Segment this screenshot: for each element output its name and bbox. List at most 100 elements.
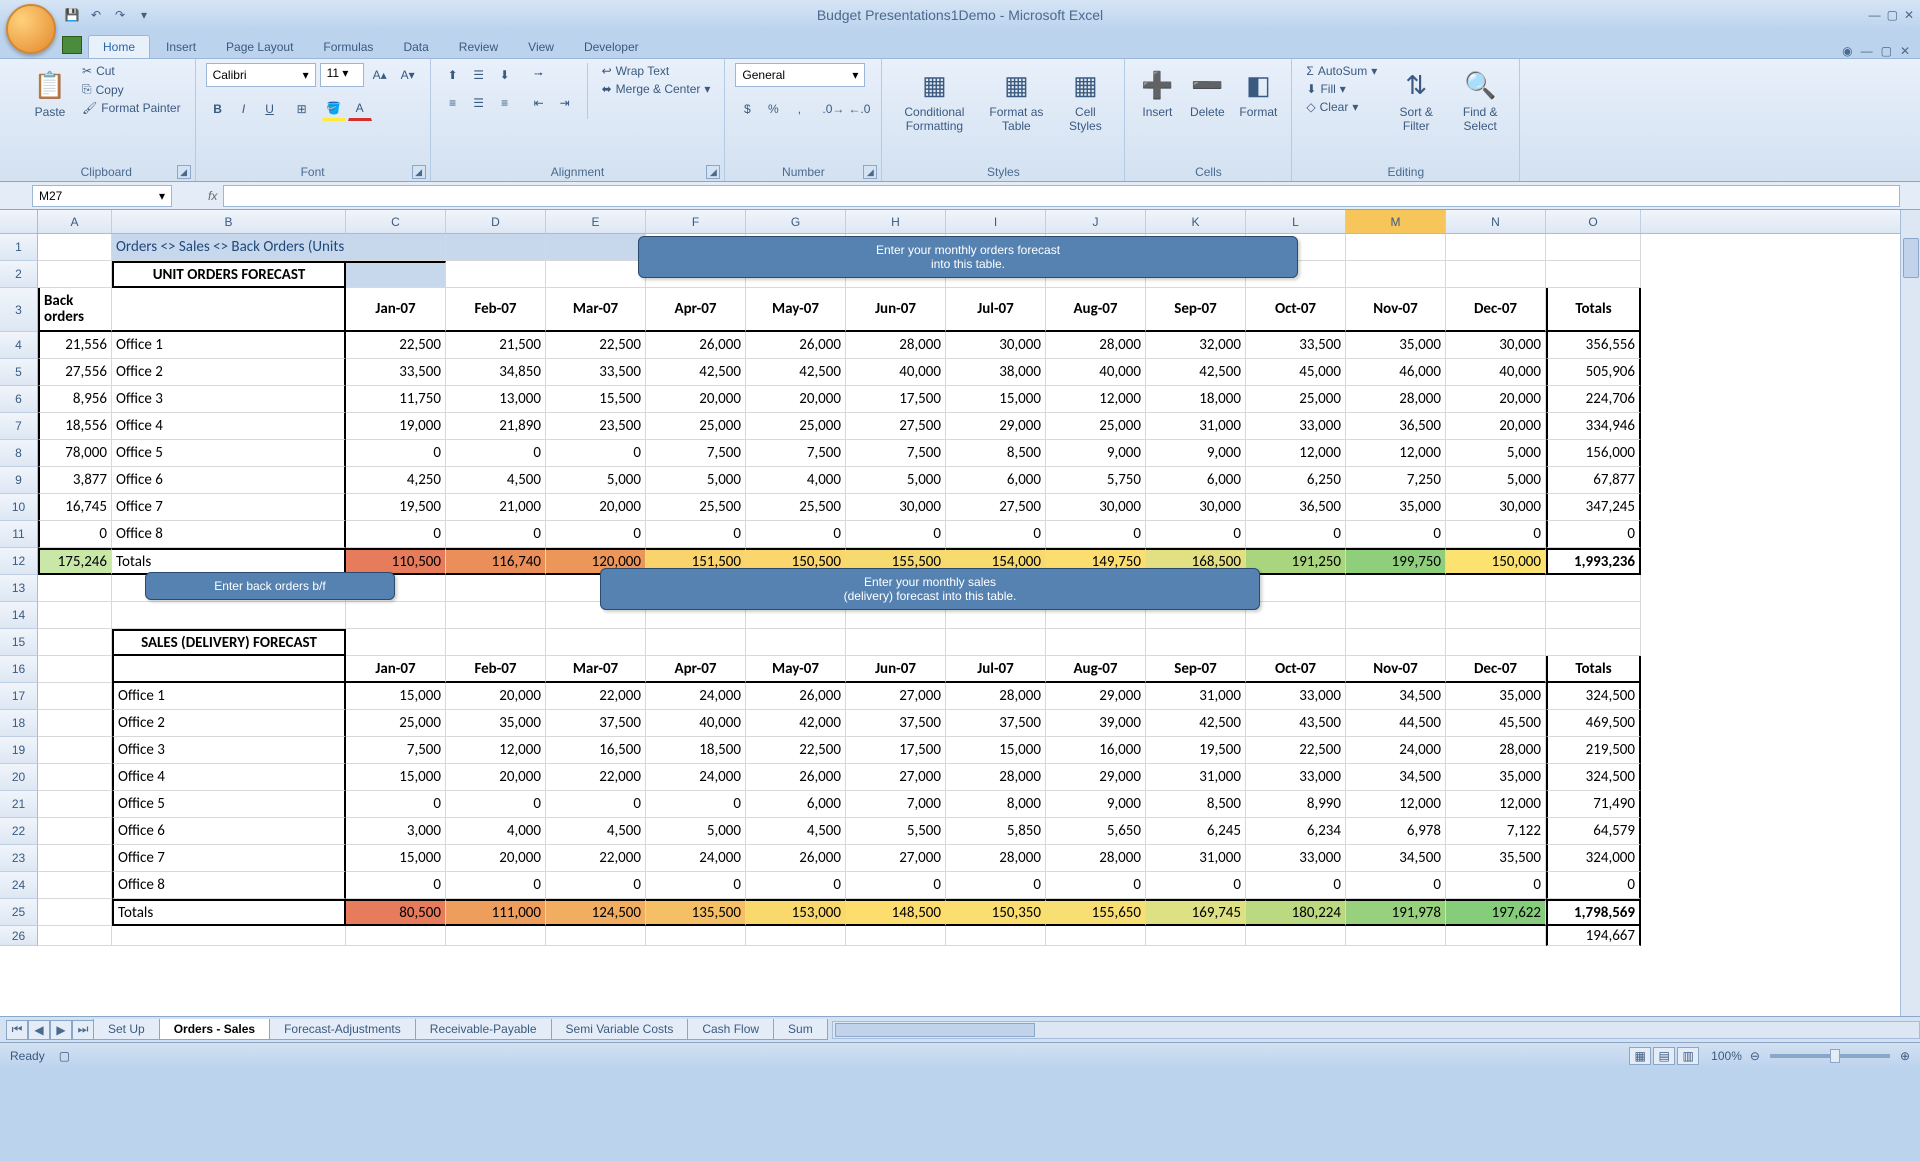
paste-button[interactable]: 📋 Paste bbox=[28, 63, 72, 123]
cell[interactable]: 28,000 bbox=[946, 845, 1046, 872]
cell[interactable]: 39,000 bbox=[1046, 710, 1146, 737]
cell[interactable]: 12,000 bbox=[1046, 386, 1146, 413]
align-right-icon[interactable]: ≡ bbox=[493, 91, 517, 115]
cell[interactable] bbox=[1346, 261, 1446, 288]
merge-center-button[interactable]: ⬌Merge & Center ▾ bbox=[598, 81, 715, 97]
cell[interactable]: 0 bbox=[546, 440, 646, 467]
row-header-6[interactable]: 6 bbox=[0, 386, 38, 413]
cell[interactable]: 22,500 bbox=[546, 332, 646, 359]
cell[interactable]: 4,000 bbox=[746, 467, 846, 494]
cell[interactable]: Dec-07 bbox=[1446, 288, 1546, 332]
cell[interactable]: 22,500 bbox=[1246, 737, 1346, 764]
cell[interactable]: 9,000 bbox=[1146, 440, 1246, 467]
cell[interactable]: Aug-07 bbox=[1046, 656, 1146, 683]
cell[interactable] bbox=[38, 818, 112, 845]
cell[interactable]: 8,000 bbox=[946, 791, 1046, 818]
cell[interactable]: 8,500 bbox=[946, 440, 1046, 467]
col-header-I[interactable]: I bbox=[946, 210, 1046, 233]
increase-font-icon[interactable]: A▴ bbox=[368, 63, 392, 87]
name-box[interactable]: M27▾ bbox=[32, 185, 172, 207]
cell[interactable]: 20,000 bbox=[446, 683, 546, 710]
cell[interactable]: 28,000 bbox=[1046, 332, 1146, 359]
insert-cells-button[interactable]: ➕Insert bbox=[1135, 63, 1179, 123]
decrease-font-icon[interactable]: A▾ bbox=[396, 63, 420, 87]
cell[interactable]: 175,246 bbox=[38, 548, 112, 575]
cell[interactable] bbox=[38, 872, 112, 899]
cell[interactable]: 0 bbox=[746, 872, 846, 899]
col-header-H[interactable]: H bbox=[846, 210, 946, 233]
cell[interactable] bbox=[946, 926, 1046, 946]
cell[interactable]: 191,978 bbox=[1346, 899, 1446, 926]
cell[interactable]: 347,245 bbox=[1546, 494, 1641, 521]
cell[interactable] bbox=[946, 629, 1046, 656]
cell[interactable]: 30,000 bbox=[1446, 332, 1546, 359]
cell[interactable] bbox=[1346, 926, 1446, 946]
minimize-icon[interactable]: — bbox=[1869, 8, 1881, 22]
cell[interactable]: 28,000 bbox=[846, 332, 946, 359]
cell[interactable]: 16,745 bbox=[38, 494, 112, 521]
cell[interactable]: 28,000 bbox=[946, 764, 1046, 791]
row-header-23[interactable]: 23 bbox=[0, 845, 38, 872]
cell[interactable]: 5,000 bbox=[1446, 467, 1546, 494]
cell[interactable] bbox=[38, 845, 112, 872]
cell[interactable]: 67,877 bbox=[1546, 467, 1641, 494]
cell[interactable]: Back orders bbox=[38, 288, 112, 332]
cell[interactable]: Office 7 bbox=[112, 494, 346, 521]
tab-nav-first-icon[interactable]: ⏮ bbox=[6, 1020, 28, 1040]
tab-nav-prev-icon[interactable]: ◀ bbox=[28, 1020, 50, 1040]
close-workbook-icon[interactable]: ✕ bbox=[1900, 44, 1910, 58]
cell[interactable]: 7,500 bbox=[846, 440, 946, 467]
cell[interactable]: 33,500 bbox=[1246, 332, 1346, 359]
cell[interactable]: 6,000 bbox=[946, 467, 1046, 494]
row-header-25[interactable]: 25 bbox=[0, 899, 38, 926]
cell[interactable]: 64,579 bbox=[1546, 818, 1641, 845]
tab-insert[interactable]: Insert bbox=[152, 36, 210, 58]
cell[interactable]: 3,877 bbox=[38, 467, 112, 494]
cell[interactable] bbox=[1446, 234, 1546, 261]
delete-cells-button[interactable]: ➖Delete bbox=[1185, 63, 1229, 123]
underline-button[interactable]: U bbox=[258, 97, 282, 121]
alignment-dialog-launcher[interactable]: ◢ bbox=[706, 165, 720, 179]
cell[interactable]: 28,000 bbox=[1346, 386, 1446, 413]
cell[interactable]: 42,500 bbox=[1146, 359, 1246, 386]
cell[interactable]: 13,000 bbox=[446, 386, 546, 413]
accounting-format-icon[interactable]: $ bbox=[735, 97, 759, 121]
page-layout-view-icon[interactable]: ▤ bbox=[1653, 1047, 1675, 1065]
cell[interactable] bbox=[1446, 602, 1546, 629]
cell[interactable]: 0 bbox=[346, 440, 446, 467]
number-format-select[interactable]: General▾ bbox=[735, 63, 865, 87]
cell[interactable]: 45,000 bbox=[1246, 359, 1346, 386]
cell[interactable]: Feb-07 bbox=[446, 656, 546, 683]
row-header-8[interactable]: 8 bbox=[0, 440, 38, 467]
clear-button[interactable]: ◇Clear ▾ bbox=[1302, 99, 1381, 115]
format-painter-button[interactable]: 🖌Format Painter bbox=[78, 100, 185, 116]
minimize-ribbon-icon[interactable]: — bbox=[1861, 44, 1873, 58]
col-header-B[interactable]: B bbox=[112, 210, 346, 233]
cell[interactable]: 33,000 bbox=[1246, 845, 1346, 872]
page-break-view-icon[interactable]: ▥ bbox=[1677, 1047, 1699, 1065]
col-header-E[interactable]: E bbox=[546, 210, 646, 233]
cell[interactable]: Jan-07 bbox=[346, 656, 446, 683]
cell[interactable]: 0 bbox=[1446, 872, 1546, 899]
cell[interactable]: 156,000 bbox=[1546, 440, 1641, 467]
row-header-24[interactable]: 24 bbox=[0, 872, 38, 899]
cell[interactable]: 17,500 bbox=[846, 737, 946, 764]
cell[interactable] bbox=[446, 261, 546, 288]
redo-icon[interactable]: ↷ bbox=[110, 5, 130, 25]
cell[interactable]: 33,000 bbox=[1246, 413, 1346, 440]
zoom-thumb[interactable] bbox=[1830, 1049, 1840, 1063]
cell[interactable]: 18,556 bbox=[38, 413, 112, 440]
cell[interactable] bbox=[446, 629, 546, 656]
cell[interactable]: 20,000 bbox=[1446, 386, 1546, 413]
cell[interactable]: 18,500 bbox=[646, 737, 746, 764]
cell[interactable] bbox=[1146, 926, 1246, 946]
tab-developer[interactable]: Developer bbox=[570, 36, 653, 58]
cell[interactable]: 12,000 bbox=[1346, 440, 1446, 467]
cell[interactable]: Apr-07 bbox=[646, 288, 746, 332]
cell[interactable]: 15,500 bbox=[546, 386, 646, 413]
cell[interactable]: 324,000 bbox=[1546, 845, 1641, 872]
cell[interactable]: 21,556 bbox=[38, 332, 112, 359]
cell[interactable]: 194,667 bbox=[1546, 926, 1641, 946]
cell[interactable] bbox=[646, 629, 746, 656]
cell[interactable] bbox=[1046, 926, 1146, 946]
